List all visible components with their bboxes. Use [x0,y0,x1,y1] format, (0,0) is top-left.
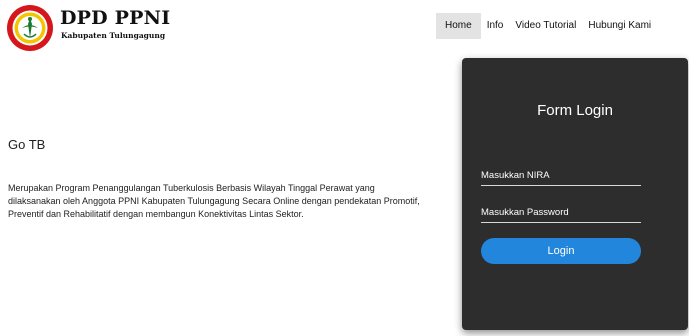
login-form-title: Form Login [537,102,613,119]
nav-item-info[interactable]: Info [481,13,510,39]
password-input[interactable] [481,202,641,223]
main-nav: Home Info Video Tutorial Hubungi Kami [436,13,657,39]
nav-item-video-tutorial[interactable]: Video Tutorial [509,13,582,39]
brand-title[interactable]: DPD PPNI [60,7,170,29]
program-description: Merupakan Program Penanggulangan Tuberku… [8,183,420,219]
login-button[interactable]: Login [481,238,641,264]
brand-subtitle: Kabupaten Tulungagung [61,31,166,40]
nira-input[interactable] [481,165,641,186]
page-headline: Go TB [8,137,46,152]
login-panel: Form Login Login [462,58,688,330]
ppni-emblem-icon[interactable] [6,4,54,52]
nav-item-hubungi-kami[interactable]: Hubungi Kami [582,13,657,39]
nav-item-home[interactable]: Home [436,13,481,39]
